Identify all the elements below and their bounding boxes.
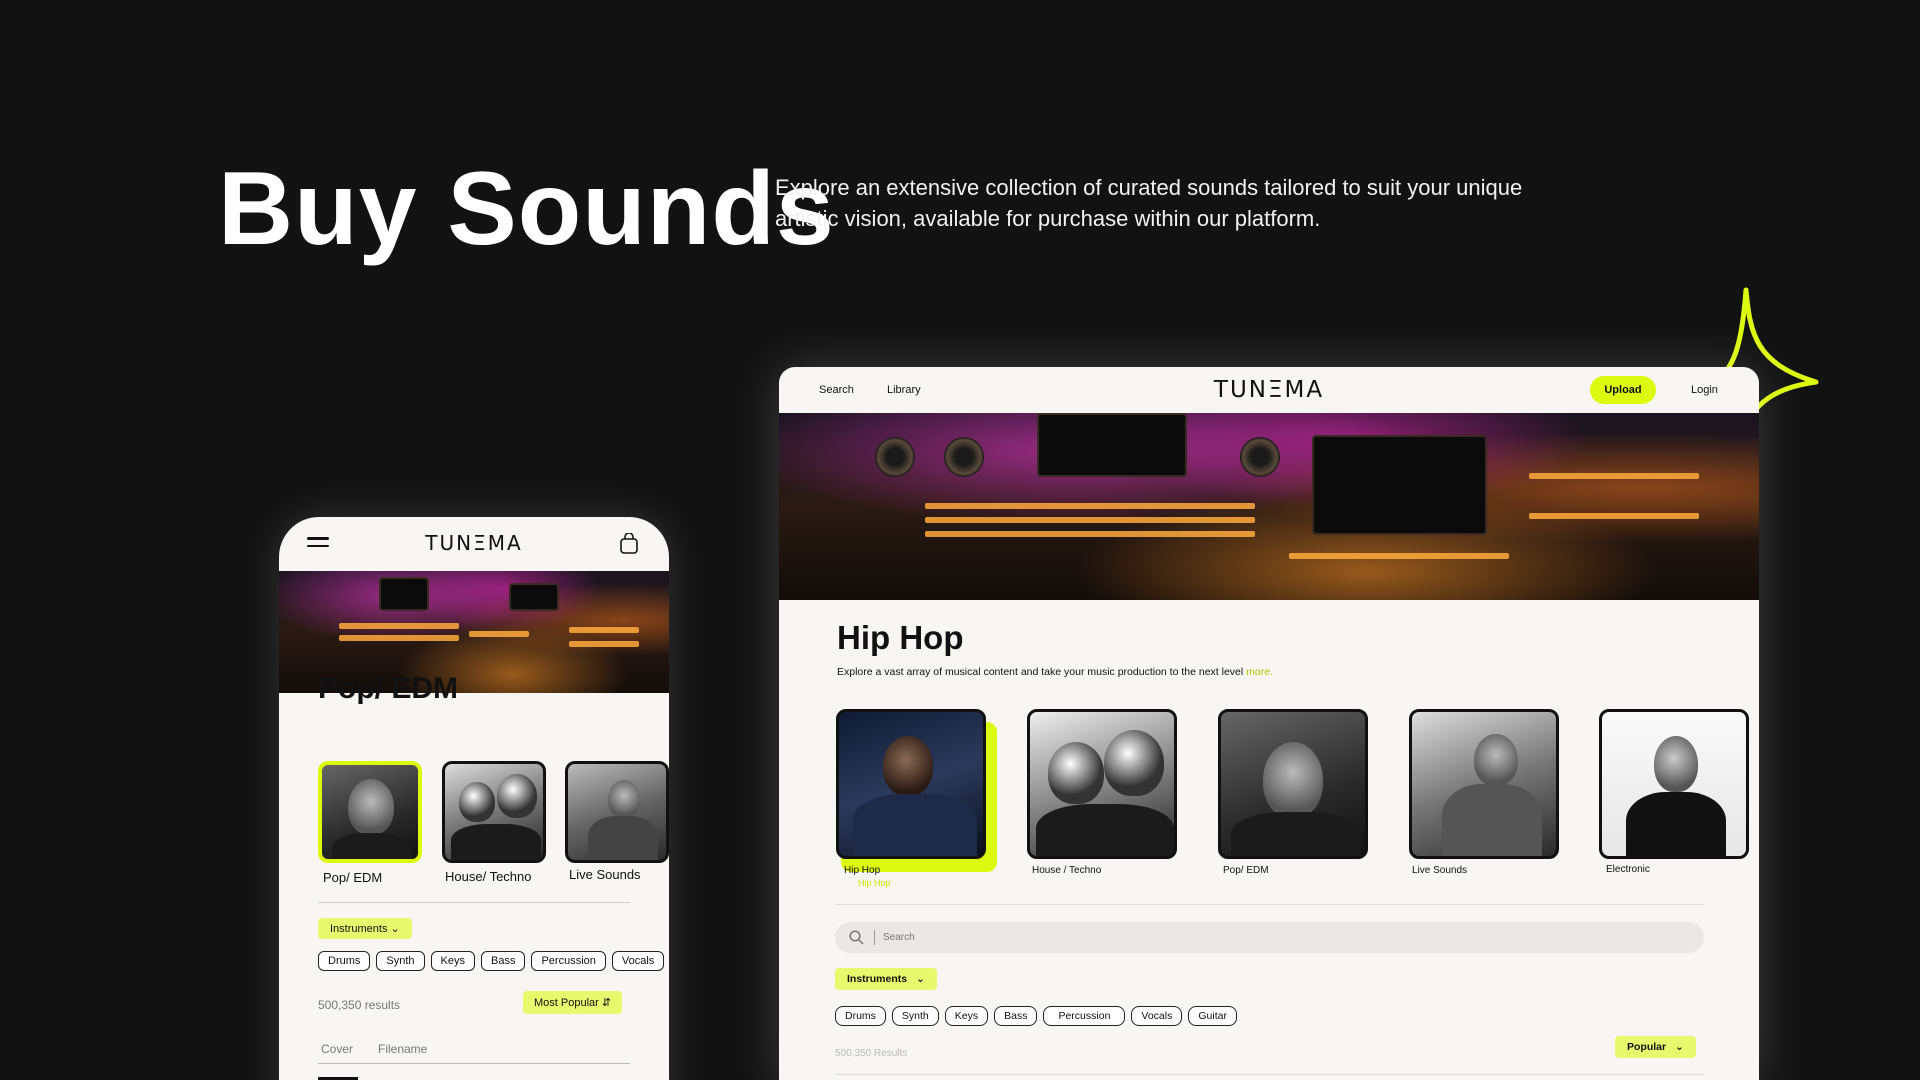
search-icon xyxy=(849,930,864,945)
artist-card-hip-hop[interactable] xyxy=(836,709,986,859)
chip-percussion[interactable]: Percussion xyxy=(1043,1006,1126,1026)
chip-vocals[interactable]: Vocals xyxy=(1131,1006,1183,1026)
artist-label: Pop/ EDM xyxy=(1223,865,1269,876)
artist-label: Live Sounds xyxy=(1412,865,1468,876)
sort-dropdown[interactable]: Most Popular ⇵ xyxy=(523,991,623,1014)
instruments-label: Instruments xyxy=(847,973,908,985)
mobile-header: TUNΞMA xyxy=(279,517,669,571)
chevron-down-icon: ⌄ xyxy=(916,973,925,985)
artist-card-electronic[interactable] xyxy=(1599,709,1749,859)
page-title: Hip Hop xyxy=(837,619,964,656)
studio-banner-image xyxy=(779,413,1759,600)
artist-label: Electronic xyxy=(1606,864,1650,875)
chevron-down-icon: ⌄ xyxy=(1675,1041,1684,1053)
artist-label: Hip Hop xyxy=(844,865,881,876)
desktop-mockup: Search Library TUNΞMA Upload Login Hip H… xyxy=(779,367,1759,1080)
upload-button[interactable]: Upload xyxy=(1590,376,1656,404)
artist-sublabel: Hip Hop xyxy=(858,878,891,888)
genre-description: Explore a vast array of musical content … xyxy=(837,666,1273,678)
artist-card-house-techno[interactable] xyxy=(442,761,546,863)
search-input[interactable] xyxy=(883,928,1663,947)
artist-card-pop-edm[interactable] xyxy=(1218,709,1368,859)
divider xyxy=(318,902,630,903)
divider xyxy=(318,1063,630,1064)
mobile-mockup: TUNΞMA Pop/ EDM Pop/ EDM House/ Techno L… xyxy=(279,517,669,1080)
artist-card-live-sounds[interactable] xyxy=(1409,709,1559,859)
results-count: 500,350 Results xyxy=(835,1048,908,1059)
chip-bass[interactable]: Bass xyxy=(994,1006,1038,1026)
results-count: 500,350 results xyxy=(318,998,401,1012)
sort-dropdown[interactable]: Popular ⌄ xyxy=(1615,1036,1696,1058)
instruments-label: Instruments xyxy=(330,923,388,935)
brand-logo[interactable]: TUNΞMA xyxy=(279,531,669,555)
more-link[interactable]: more. xyxy=(1246,666,1273,678)
chip-bass[interactable]: Bass xyxy=(481,951,526,971)
artist-label: Pop/ EDM xyxy=(323,870,383,885)
chip-guitar[interactable]: Guitar xyxy=(1188,1006,1237,1026)
instruments-dropdown[interactable]: Instruments ⌄ xyxy=(318,918,412,939)
divider xyxy=(835,904,1704,905)
column-header-cover: Cover xyxy=(321,1042,354,1056)
search-separator xyxy=(874,930,875,945)
chevron-down-icon: ⌄ xyxy=(390,923,400,935)
shopping-bag-icon[interactable] xyxy=(619,533,639,555)
login-link[interactable]: Login xyxy=(1691,384,1718,396)
search-bar[interactable] xyxy=(835,922,1704,953)
sort-label: Most Popular xyxy=(534,997,599,1009)
chip-drums[interactable]: Drums xyxy=(318,951,371,971)
hero-description: Explore an extensive collection of curat… xyxy=(775,175,1523,231)
artist-card-pop-edm[interactable] xyxy=(318,761,422,863)
instrument-chips: Drums Synth Keys Bass Percussion Vocals Guitar xyxy=(835,1006,1243,1026)
artist-label: House/ Techno xyxy=(445,869,532,884)
instruments-dropdown[interactable]: Instruments ⌄ xyxy=(835,968,937,990)
sort-label: Popular xyxy=(1627,1041,1667,1053)
column-header-filename: Filename xyxy=(378,1042,428,1056)
sort-arrows-icon: ⇵ xyxy=(601,997,612,1009)
instrument-chips: Drums Synth Keys Bass Percussion Vocals xyxy=(318,951,669,971)
chip-keys[interactable]: Keys xyxy=(944,1006,989,1026)
chip-vocals[interactable]: Vocals xyxy=(611,951,665,971)
hero-title: Buy Sounds xyxy=(218,151,835,267)
chip-keys[interactable]: Keys xyxy=(430,951,475,971)
divider xyxy=(835,1074,1704,1075)
page-title: Pop/ EDM xyxy=(318,672,458,705)
chip-synth[interactable]: Synth xyxy=(891,1006,939,1026)
genre-description-text: Explore a vast array of musical content … xyxy=(837,666,1244,678)
chip-synth[interactable]: Synth xyxy=(376,951,425,971)
chip-drums[interactable]: Drums xyxy=(835,1006,886,1026)
artist-label: House / Techno xyxy=(1032,865,1102,876)
chip-percussion[interactable]: Percussion xyxy=(531,951,606,971)
desktop-navbar: Search Library TUNΞMA Upload Login xyxy=(779,367,1759,413)
artist-card-live-sounds[interactable] xyxy=(565,761,669,863)
artist-card-house-techno[interactable] xyxy=(1027,709,1177,859)
artist-label: Live Sounds xyxy=(569,867,641,882)
